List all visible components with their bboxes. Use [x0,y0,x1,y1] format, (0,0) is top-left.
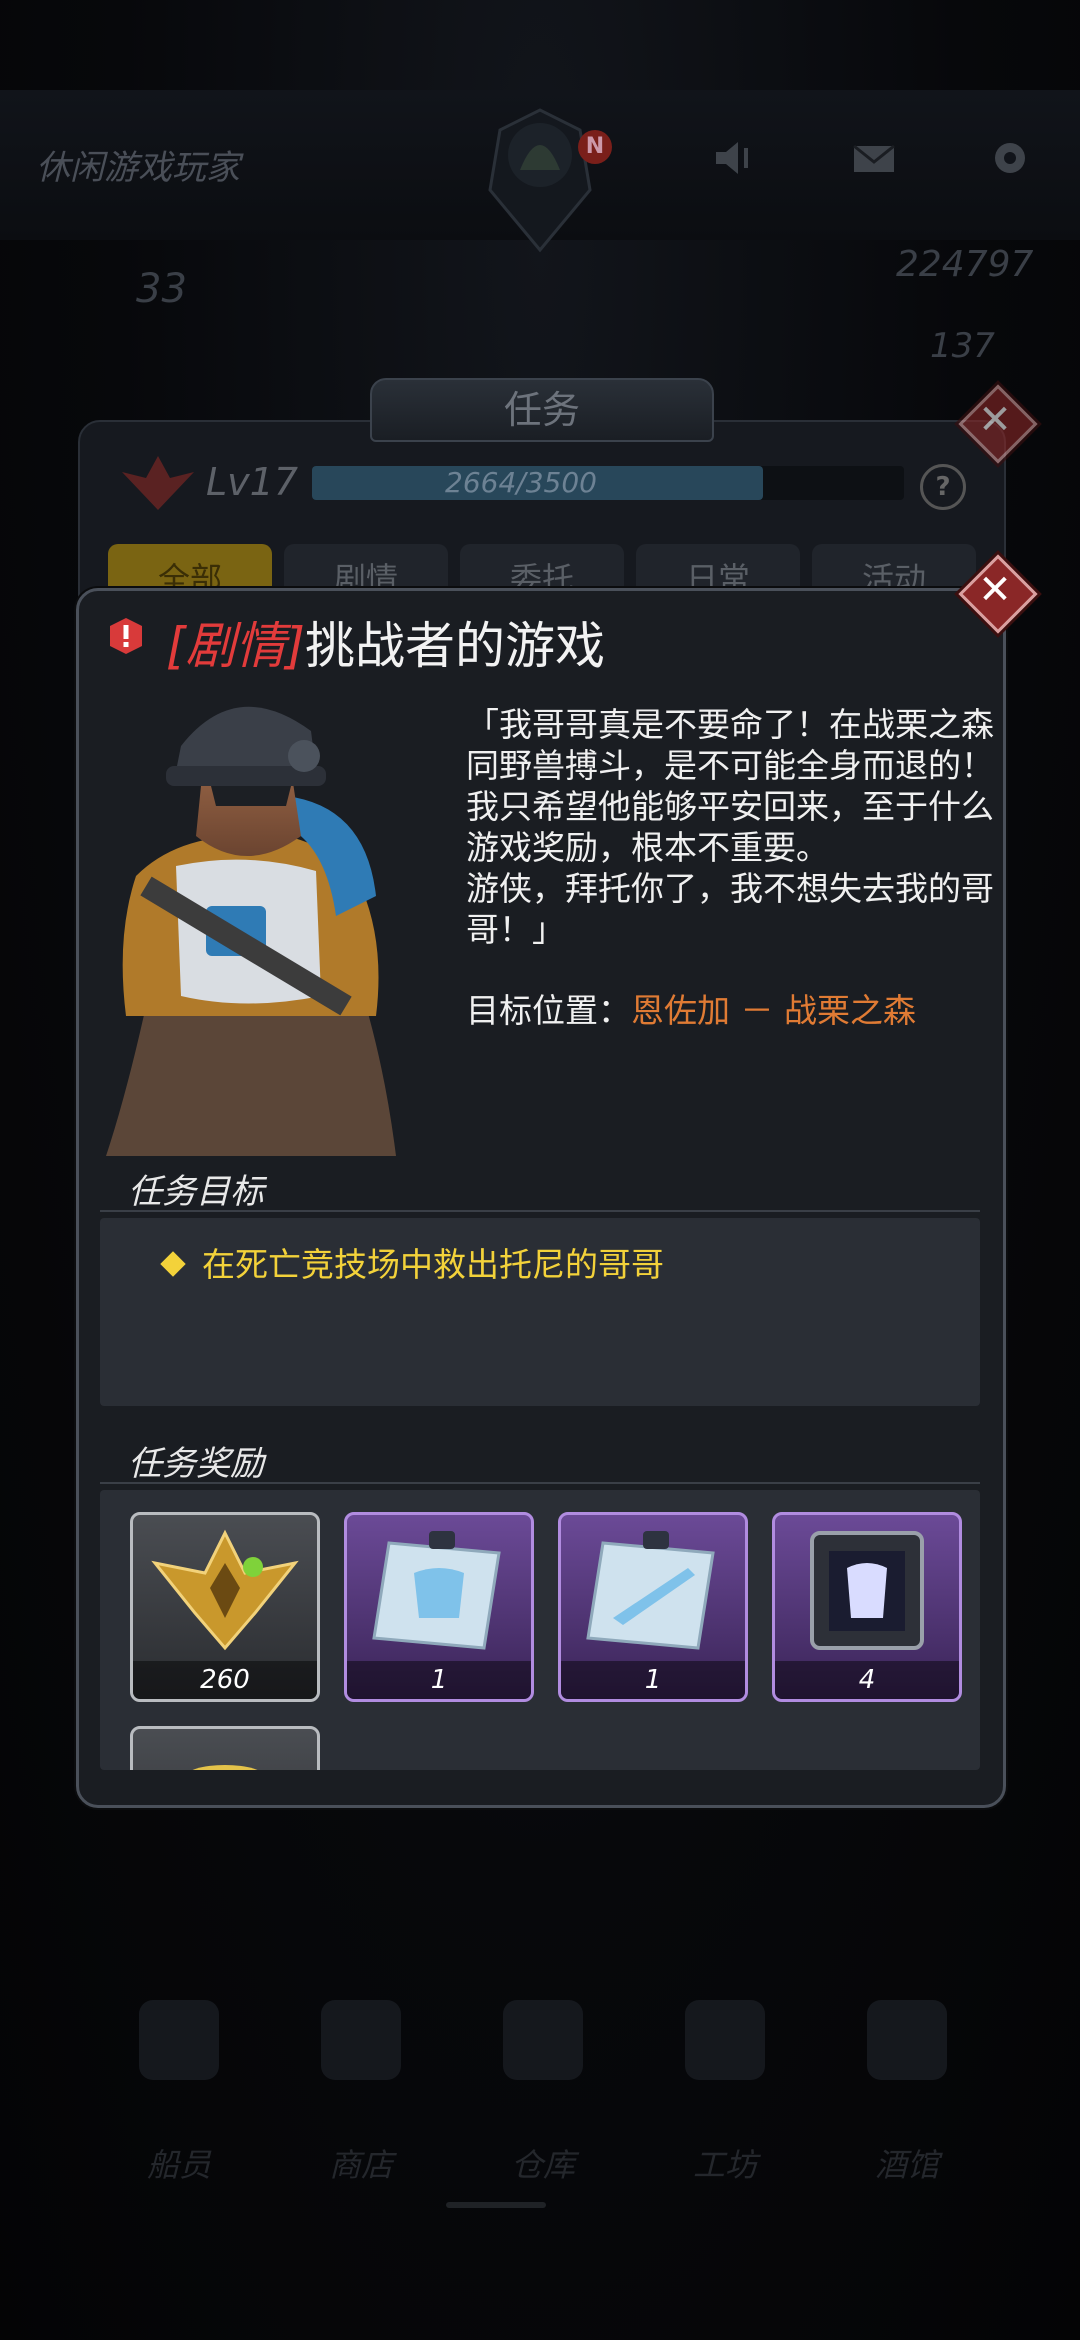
objective-section-title: 任务目标 [128,1172,264,1212]
nav-warehouse[interactable]: 仓库 [468,1960,618,2184]
workshop-icon [685,2000,765,2080]
reward-count: 1 [347,1661,531,1699]
npc-portrait [106,706,396,1156]
dialog-close-button[interactable]: ✕ [958,554,1038,634]
nav-tavern[interactable]: 酒馆 [832,1960,982,2184]
divider [100,1210,980,1212]
xp-text: 2664/3500 [445,466,597,499]
story-line: 我只希望他能够平安回来，至于什么游戏奖励，根本不重要。 [466,787,994,867]
nav-workshop[interactable]: 工坊 [650,1960,800,2184]
mail-icon[interactable] [850,138,898,178]
target-location-name[interactable]: 恩佐加 － 战栗之森 [631,991,916,1030]
quest-panel-title: 任务 [370,378,714,442]
reward-count: 260 [133,1661,317,1699]
reward-item[interactable]: 260 [130,1512,320,1702]
home-indicator [446,2202,546,2208]
quest-story: 「我哥哥真是不要命了！在战栗之森同野兽搏斗，是不可能全身而退的！ 我只希望他能够… [466,704,996,950]
gear-icon[interactable] [986,138,1034,178]
reward-list: 260 1 1 4 [100,1490,980,1770]
notification-badge: N [578,130,612,164]
reward-count: 4 [775,1661,959,1699]
gold-coin-icon [192,1765,258,1770]
bottom-nav: 船员 商店 仓库 工坊 酒馆 [0,1960,1080,2200]
quest-name: 挑战者的游戏 [305,617,606,675]
rank-emblem-icon[interactable] [480,100,600,260]
shop-icon [321,2000,401,2080]
stat-value: 33 [136,266,187,312]
xp-bar: 2664/3500 [312,466,904,500]
reward-item[interactable]: 4 [772,1512,962,1702]
alert-icon [110,618,142,654]
reward-section-title: 任务奖励 [128,1444,264,1484]
reward-item[interactable] [130,1726,320,1770]
tavern-icon [867,2000,947,2080]
help-button[interactable]: ? [920,464,966,510]
target-label: 目标位置： [466,991,631,1030]
close-icon: ✕ [978,567,1012,613]
speaker-icon[interactable] [712,138,760,178]
reward-item[interactable]: 1 [558,1512,748,1702]
weapon-blueprint-icon [586,1531,715,1650]
nav-shop[interactable]: 商店 [286,1960,436,2184]
rank-badge-icon [122,456,194,510]
reward-item[interactable]: 1 [344,1512,534,1702]
diamond-bullet-icon [160,1250,186,1277]
objective-item: 在死亡竞技场中救出托尼的哥哥 [160,1238,664,1286]
armor-blueprint-icon [372,1531,501,1650]
quest-type-tag: [剧情] [166,617,306,675]
crew-icon [139,2000,219,2080]
story-line: 「我哥哥真是不要命了！在战栗之森同野兽搏斗，是不可能全身而退的！ [466,705,994,785]
player-name[interactable]: 休闲游戏玩家 [36,140,240,189]
warehouse-icon [503,2000,583,2080]
armor-crate-icon [810,1531,924,1650]
quest-title: [剧情]挑战者的游戏 [166,606,605,678]
reward-count: 1 [561,1661,745,1699]
divider [100,1482,980,1484]
gem-amount: 137 [930,326,995,366]
player-level: Lv17 [206,460,299,504]
target-location: 目标位置：恩佐加 － 战栗之森 [466,984,916,1032]
nav-crew[interactable]: 船员 [104,1960,254,2184]
rank-emblem-icon [151,1529,299,1651]
story-line: 游侠，拜托你了，我不想失去我的哥哥！」 [466,869,994,949]
close-icon: ✕ [978,397,1012,443]
gold-amount: 224797 [896,244,1034,285]
quest-panel-close-button[interactable]: ✕ [958,384,1038,464]
